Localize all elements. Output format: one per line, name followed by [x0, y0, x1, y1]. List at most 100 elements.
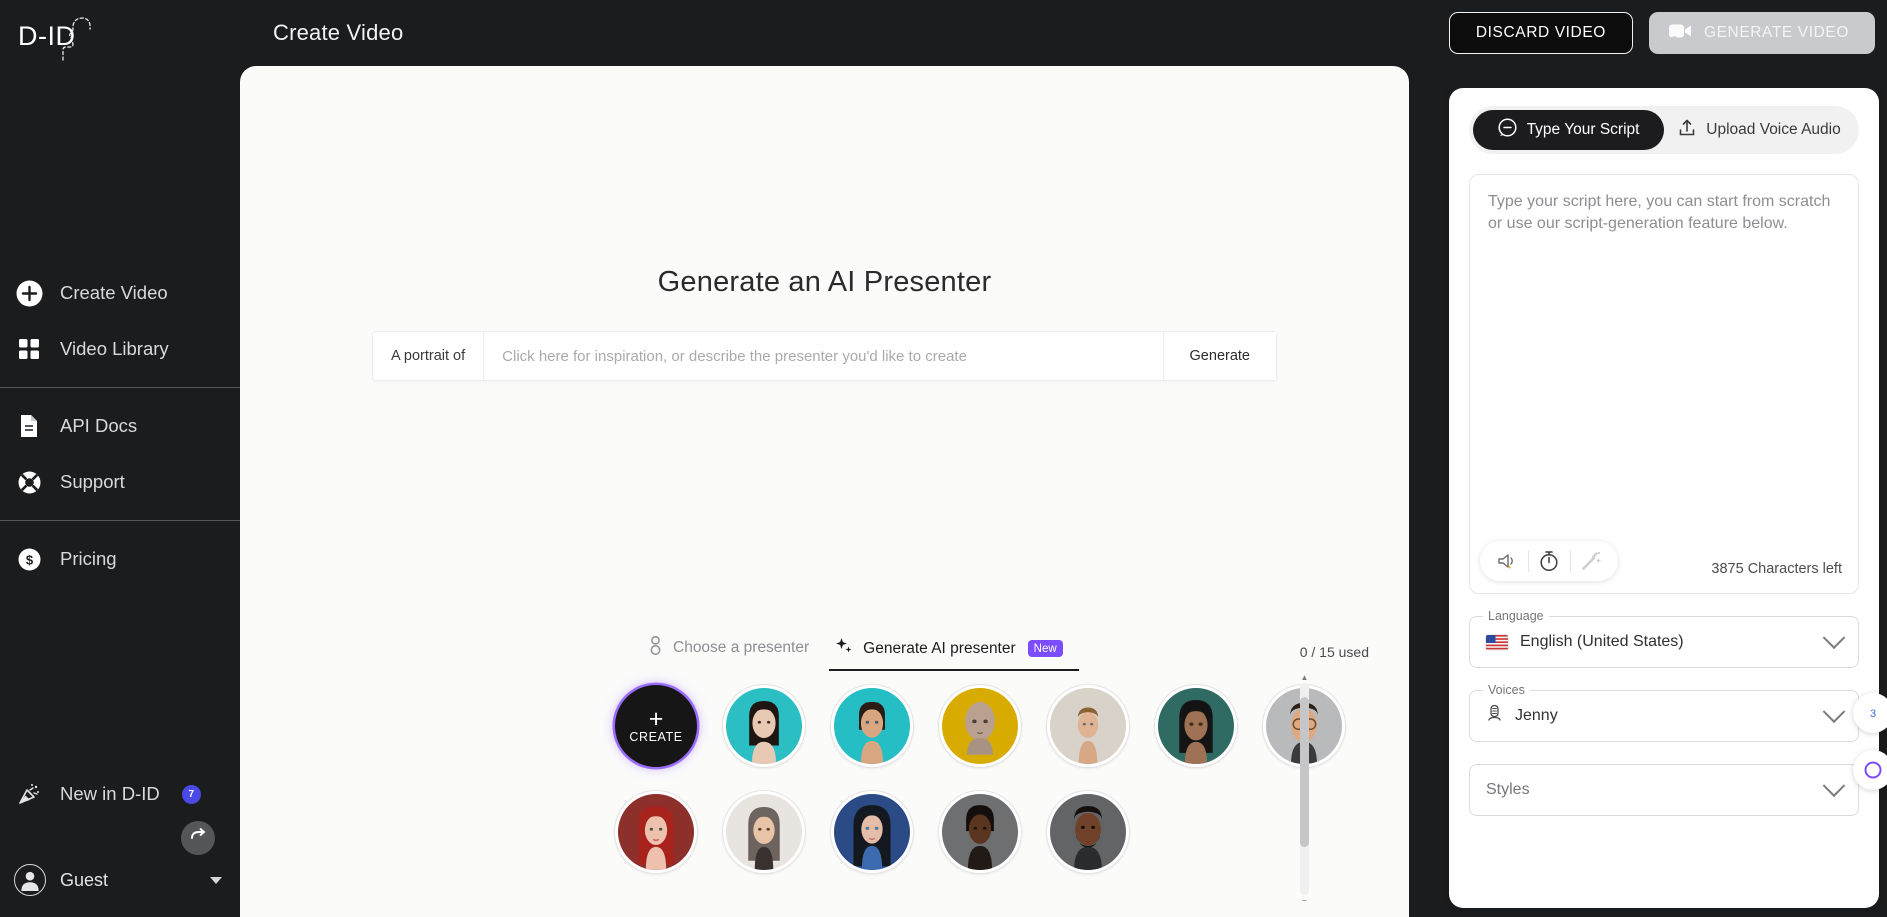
- characters-left: 3875 Characters left: [1711, 561, 1842, 577]
- person-icon: [648, 635, 663, 660]
- styles-select[interactable]: Styles: [1469, 764, 1859, 816]
- sidebar-item-label: New in D-ID: [60, 783, 160, 804]
- app-root: D-ID Create Video Video Library API Docs…: [0, 0, 1887, 917]
- edge-widget-bottom[interactable]: [1853, 750, 1887, 790]
- script-panel: Type Your Script Upload Voice Audio Type…: [1449, 88, 1887, 908]
- lifebuoy-icon: [14, 467, 44, 497]
- sidebar-item-api-docs[interactable]: API Docs: [0, 398, 240, 454]
- sidebar-item-label: API Docs: [60, 415, 138, 436]
- styles-placeholder: Styles: [1486, 781, 1530, 798]
- sidebar-item-create-video[interactable]: Create Video: [0, 265, 240, 321]
- svg-text:3: 3: [1870, 708, 1876, 720]
- sidebar-primary-nav: Create Video Video Library: [0, 265, 240, 377]
- face-profile-icon: [61, 16, 91, 67]
- sidebar-item-label: Pricing: [60, 548, 117, 569]
- sidebar-item-video-library[interactable]: Video Library: [0, 321, 240, 377]
- voices-select[interactable]: Voices Jenny: [1469, 683, 1859, 742]
- page-title: Create Video: [273, 20, 404, 45]
- top-header: Create Video DISCARD VIDEO GENERATE VIDE…: [240, 0, 1887, 66]
- timer-icon[interactable]: [1528, 541, 1570, 581]
- sidebar-item-pricing[interactable]: $ Pricing: [0, 531, 240, 587]
- presenter-prompt-input[interactable]: [484, 332, 1163, 380]
- scroll-thumb[interactable]: [1300, 697, 1309, 847]
- tab-upload-voice-audio[interactable]: Upload Voice Audio: [1664, 110, 1855, 150]
- prompt-generate-button[interactable]: Generate: [1162, 332, 1276, 380]
- upload-icon: [1678, 118, 1696, 142]
- document-icon: [14, 411, 44, 441]
- sidebar-item-label: Support: [60, 471, 125, 492]
- sparkle-icon: [835, 637, 853, 660]
- avatar-option[interactable]: [939, 685, 1021, 767]
- chat-bubble-icon: [1498, 118, 1517, 142]
- voices-value: Jenny: [1515, 707, 1558, 724]
- avatar-option[interactable]: [831, 685, 913, 767]
- voice-icon: [1486, 704, 1503, 728]
- sidebar-divider-2: [0, 520, 240, 521]
- grid-squares-icon: [14, 334, 44, 364]
- svg-text:$: $: [25, 552, 33, 567]
- plus-icon: +: [648, 704, 664, 733]
- tab-label: Generate AI presenter: [863, 639, 1016, 657]
- main-canvas: Generate an AI Presenter A portrait of G…: [240, 66, 1409, 917]
- tab-type-your-script[interactable]: Type Your Script: [1473, 110, 1664, 150]
- tab-label: Choose a presenter: [673, 639, 810, 656]
- sidebar-item-label: Video Library: [60, 338, 169, 359]
- chevron-down-icon: [1822, 626, 1846, 650]
- sidebar-secondary-nav: API Docs Support: [0, 398, 240, 510]
- header-actions: DISCARD VIDEO GENERATE VIDEO: [1448, 12, 1887, 54]
- avatar-option[interactable]: [723, 685, 805, 767]
- avatar-option[interactable]: [723, 791, 805, 873]
- presenter-tabs: Choose a presenter Generate AI presenter…: [600, 627, 1409, 671]
- usage-counter: 0 / 15 used: [1299, 644, 1369, 660]
- create-presenter-button[interactable]: + CREATE: [615, 685, 697, 767]
- voices-label: Voices: [1483, 683, 1530, 697]
- script-editor: 3875 Characters left: [1469, 174, 1859, 594]
- chevron-down-icon: [1822, 700, 1846, 724]
- script-mode-tabs: Type Your Script Upload Voice Audio: [1469, 106, 1859, 154]
- generate-video-button[interactable]: GENERATE VIDEO: [1648, 12, 1875, 54]
- logo[interactable]: D-ID: [0, 0, 240, 70]
- magic-wand-icon: [1570, 541, 1612, 581]
- language-select[interactable]: Language English (United States): [1469, 609, 1859, 668]
- caret-down-icon[interactable]: [210, 876, 222, 884]
- avatar-option[interactable]: [1155, 685, 1237, 767]
- language-label: Language: [1483, 609, 1549, 623]
- plus-circle-icon: [14, 278, 44, 308]
- party-popper-icon: [14, 779, 44, 809]
- presenter-picker: Choose a presenter Generate AI presenter…: [240, 627, 1409, 917]
- tab-choose-a-presenter[interactable]: Choose a presenter: [638, 635, 825, 671]
- avatar-option[interactable]: [1047, 685, 1129, 767]
- hero-section: Generate an AI Presenter A portrait of G…: [240, 66, 1409, 627]
- avatar-option[interactable]: [1047, 791, 1129, 873]
- sidebar-item-support[interactable]: Support: [0, 454, 240, 510]
- sidebar-divider-1: [0, 387, 240, 388]
- script-toolbar: [1480, 541, 1618, 581]
- prompt-prefix-label: A portrait of: [373, 332, 485, 380]
- avatar-option[interactable]: [831, 791, 913, 873]
- collapse-arrow-icon: [190, 828, 207, 848]
- user-name: Guest: [60, 869, 109, 890]
- edge-widget-top[interactable]: 3: [1853, 693, 1887, 733]
- script-input[interactable]: [1488, 191, 1840, 577]
- speaker-icon[interactable]: [1486, 541, 1528, 581]
- avatar-option[interactable]: [615, 791, 697, 873]
- scroll-up-arrow[interactable]: ▲: [1301, 673, 1309, 682]
- tab-generate-ai-presenter[interactable]: Generate AI presenter New: [825, 637, 1079, 671]
- chevron-down-icon: [1822, 774, 1846, 798]
- language-value: English (United States): [1520, 633, 1684, 650]
- tab-label: Type Your Script: [1526, 121, 1640, 138]
- sidebar: D-ID Create Video Video Library API Docs…: [0, 0, 240, 917]
- sidebar-collapse-button[interactable]: [181, 821, 215, 855]
- new-in-badge: 7: [181, 784, 201, 804]
- sidebar-item-new-in-did[interactable]: New in D-ID 7: [0, 767, 240, 821]
- video-camera-icon: [1668, 22, 1692, 45]
- user-menu[interactable]: Guest: [0, 851, 240, 909]
- us-flag-icon: [1486, 634, 1508, 650]
- avatar-option[interactable]: [939, 791, 1021, 873]
- avatar-scrollbar[interactable]: ▲ ▼: [1300, 673, 1309, 901]
- sidebar-item-label: Create Video: [60, 282, 168, 303]
- avatar-grid-wrapper: + CREATE ▲: [240, 671, 1409, 901]
- scroll-down-arrow[interactable]: ▼: [1301, 898, 1309, 901]
- discard-video-button[interactable]: DISCARD VIDEO: [1448, 12, 1633, 54]
- tab-label: Upload Voice Audio: [1706, 121, 1841, 138]
